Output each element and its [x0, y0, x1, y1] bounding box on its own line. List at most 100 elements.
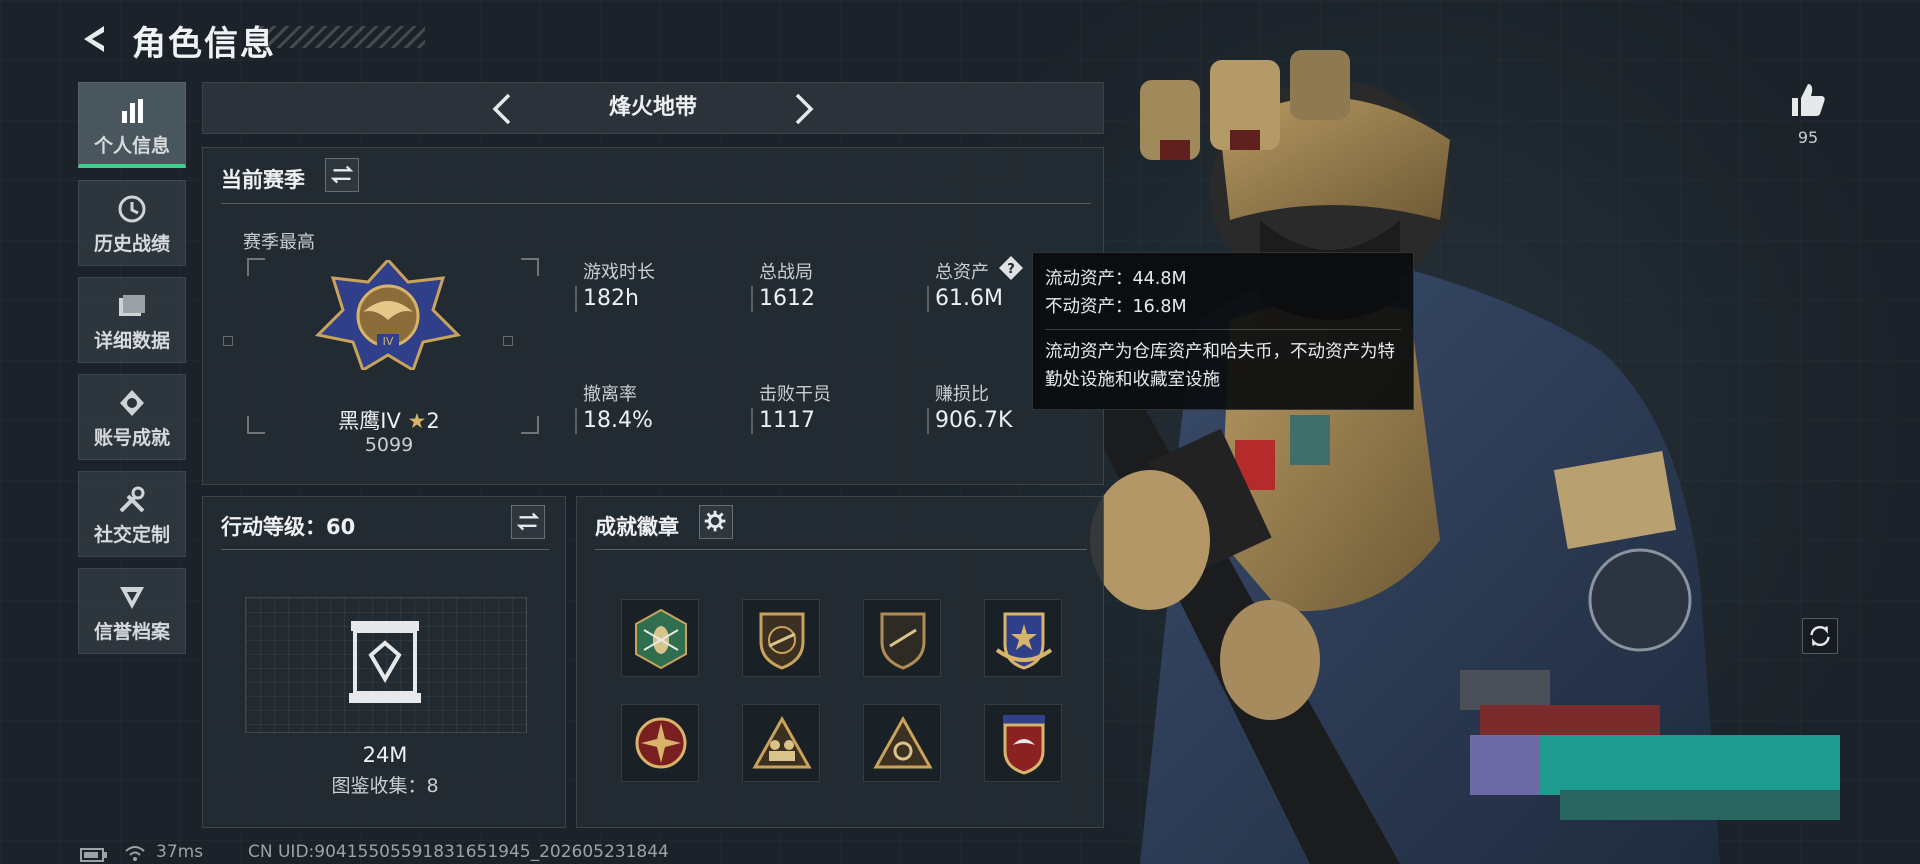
- star-compass-badge-icon: [635, 717, 687, 769]
- triangle-emblem-badge-icon: [873, 715, 933, 769]
- sidebar-item-achievements[interactable]: 账号成就: [78, 374, 186, 460]
- mode-title: 烽火地带: [608, 95, 697, 120]
- swap-arrows-icon: [330, 165, 354, 184]
- svg-text:IV: IV: [383, 335, 394, 348]
- sidebar-item-label: 账号成就: [93, 427, 170, 449]
- tooltip-description: 流动资产为仓库资产和哈夫币，不动资产为特勤处设施和收藏室设施: [1045, 342, 1395, 390]
- sidebar-item-details[interactable]: 详细数据: [78, 277, 186, 363]
- mode-selector: 烽火地带: [202, 82, 1104, 134]
- level-switch-button[interactable]: [511, 505, 545, 539]
- back-arrow-icon[interactable]: [78, 22, 112, 56]
- stat-divider: [927, 408, 929, 434]
- refresh-icon: [1810, 626, 1830, 646]
- rank-name: 黑鹰IV: [338, 409, 401, 433]
- tooltip-fixed-assets: 不动资产：16.8M: [1045, 297, 1187, 317]
- title-decoration: [260, 26, 425, 48]
- wifi-icon: [125, 846, 145, 861]
- frame-marker: [503, 336, 513, 346]
- achievement-icon: [120, 390, 144, 416]
- rank-stars: 2: [426, 409, 440, 433]
- stat-divider: [575, 286, 577, 312]
- badges-title: 成就徽章: [595, 515, 679, 539]
- badge-slot[interactable]: [984, 704, 1062, 782]
- page-title: 角色信息: [132, 24, 276, 64]
- level-value: 24M: [362, 743, 408, 767]
- stat-value: 1612: [759, 286, 815, 311]
- sidebar-item-label: 社交定制: [93, 524, 170, 546]
- divider: [221, 203, 1091, 204]
- assets-tooltip: 流动资产：44.8M 不动资产：16.8M 流动资产为仓库资产和哈夫币，不动资产…: [1032, 252, 1414, 410]
- stat-label: 击败干员: [759, 384, 831, 405]
- stat-value: 906.7K: [935, 408, 1013, 433]
- frame-marker: [223, 336, 233, 346]
- stat-value: 182h: [583, 286, 639, 311]
- thumbs-up-icon[interactable]: [1788, 80, 1828, 120]
- stat-label: 撤离率: [583, 384, 637, 405]
- sidebar-item-label: 个人信息: [93, 135, 170, 157]
- sidebar-item-reputation[interactable]: 信誉档案: [78, 568, 186, 654]
- badge-slot[interactable]: [621, 704, 699, 782]
- badge-slot[interactable]: [742, 599, 820, 677]
- soldiers-triangle-badge-icon: [752, 715, 812, 769]
- season-panel: 当前赛季 赛季最高 IV 黑鹰IV ★2 5099 游戏时长 182h 总战局 …: [202, 147, 1104, 485]
- chevron-right-icon[interactable]: [785, 91, 821, 127]
- battery-icon: [80, 848, 107, 862]
- stat-divider: [751, 408, 753, 434]
- badge-slot[interactable]: [863, 599, 941, 677]
- stat-label: 总战局: [759, 262, 813, 283]
- sidebar-item-social[interactable]: 社交定制: [78, 471, 186, 557]
- swap-arrows-icon: [516, 512, 540, 531]
- frame-corner: [521, 258, 539, 276]
- stat-divider: [927, 286, 929, 312]
- badge-slot[interactable]: [621, 599, 699, 677]
- divider: [221, 549, 549, 550]
- collection-case-icon: [349, 621, 421, 703]
- stat-value: 61.6M: [935, 286, 1003, 311]
- star-icon: ★: [407, 409, 427, 433]
- collection-count: 图鉴收集：8: [331, 775, 439, 797]
- level-title: 行动等级：60: [221, 515, 356, 539]
- rank-line: 黑鹰IV ★2: [291, 405, 487, 435]
- season-switch-button[interactable]: [325, 158, 359, 192]
- eagle-shield-badge-icon: [1003, 715, 1045, 775]
- stat-value: 1117: [759, 408, 815, 433]
- help-icon[interactable]: ?: [997, 254, 1025, 282]
- sidebar-item-personal-info[interactable]: 个人信息: [78, 82, 186, 168]
- divider: [595, 549, 1087, 550]
- rank-emblem-icon: IV: [314, 260, 462, 370]
- badge-slot[interactable]: [984, 599, 1062, 677]
- wasp-badge-icon: [635, 608, 687, 670]
- frame-corner: [247, 416, 265, 434]
- stat-divider: [751, 286, 753, 312]
- bar-chart-icon: [122, 99, 143, 123]
- badge-slot[interactable]: [863, 704, 941, 782]
- level-panel: 行动等级：60 24M 图鉴收集：8: [202, 496, 566, 828]
- star-wings-badge-icon: [995, 612, 1053, 670]
- sidebar-item-label: 信誉档案: [93, 621, 170, 643]
- sidebar-item-history[interactable]: 历史战绩: [78, 180, 186, 266]
- badges-settings-button[interactable]: [699, 505, 733, 539]
- rank-score: 5099: [364, 434, 414, 456]
- frame-corner: [521, 416, 539, 434]
- folder-icon: [119, 295, 145, 316]
- badge-slot[interactable]: [742, 704, 820, 782]
- tooltip-liquid-assets: 流动资产：44.8M: [1045, 269, 1187, 289]
- frame-corner: [247, 258, 265, 276]
- rifle-shield-badge-icon: [880, 612, 926, 670]
- sidebar-item-label: 详细数据: [93, 330, 170, 352]
- season-title: 当前赛季: [221, 168, 305, 192]
- history-clock-icon: [118, 195, 146, 223]
- rotate-view-button[interactable]: [1802, 618, 1838, 654]
- badges-panel: 成就徽章: [576, 496, 1104, 828]
- player-uid: CN UID:904155055918316519​45_20260523184…: [248, 842, 669, 862]
- divider: [1045, 329, 1401, 330]
- reputation-icon: [120, 587, 144, 609]
- stat-label: 游戏时长: [583, 262, 655, 283]
- stat-value: 18.4%: [583, 408, 653, 433]
- season-best-label: 赛季最高: [243, 232, 315, 253]
- stat-divider: [575, 408, 577, 434]
- tools-icon: [119, 486, 145, 513]
- stat-label: 总资产: [935, 262, 989, 283]
- ping-indicator: 37ms: [156, 842, 204, 862]
- sidebar-item-label: 历史战绩: [93, 233, 170, 255]
